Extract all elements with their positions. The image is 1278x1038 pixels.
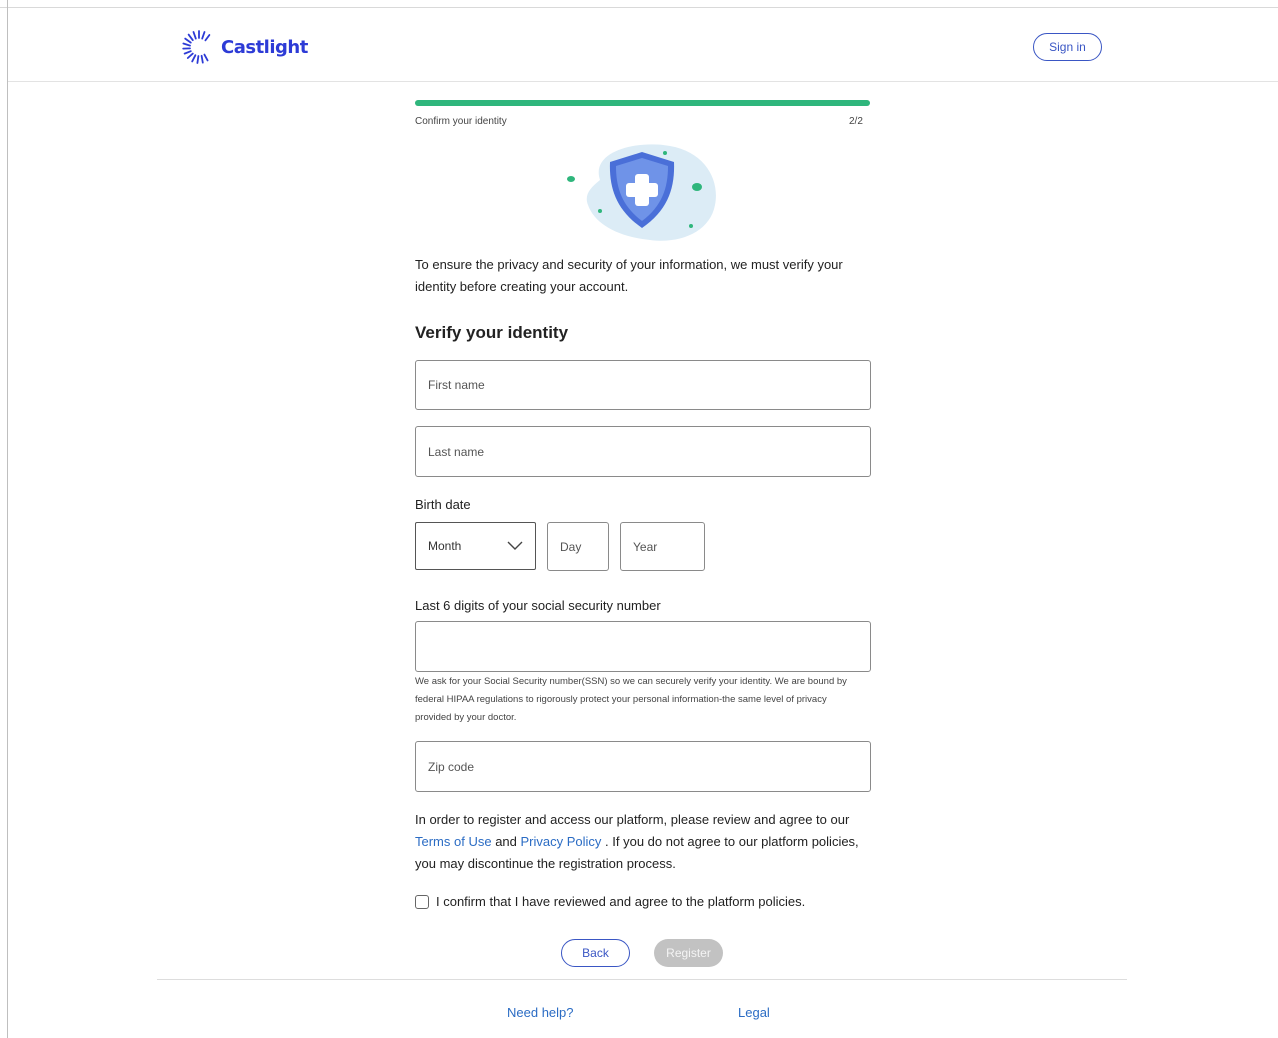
birth-month-select[interactable]: Month — [415, 522, 536, 570]
zip-code-input[interactable] — [415, 741, 871, 792]
logo-text: Castlight — [221, 36, 308, 58]
castlight-logo[interactable]: Castlight — [181, 29, 308, 65]
back-button[interactable]: Back — [561, 939, 630, 967]
form-title: Verify your identity — [415, 323, 569, 342]
footer-divider — [157, 979, 1127, 980]
last-name-input[interactable] — [415, 426, 871, 477]
ssn-hint: We ask for your Social Security number(S… — [415, 676, 847, 723]
window-left-border — [7, 0, 8, 1038]
castlight-sunburst-icon — [182, 30, 211, 64]
register-button: Register — [654, 939, 723, 967]
terms-of-use-link[interactable]: Terms of Use — [415, 834, 492, 849]
legal-link[interactable]: Legal — [738, 1005, 770, 1020]
consent-text: In order to register and access our plat… — [415, 809, 875, 875]
consent-and: and — [491, 834, 521, 849]
site-header: Castlight Sign in — [8, 8, 1278, 82]
chevron-down-icon — [507, 541, 523, 550]
consent-text-before: In order to register and access our plat… — [415, 812, 850, 827]
need-help-link[interactable]: Need help? — [507, 1005, 574, 1020]
ssn-input[interactable] — [415, 621, 871, 672]
progress-bar-fill — [415, 100, 870, 106]
step-label: Confirm your identity — [415, 116, 507, 127]
privacy-policy-link[interactable]: Privacy Policy — [521, 834, 602, 849]
birth-day-input[interactable] — [547, 522, 609, 571]
consent-checkbox-label: I confirm that I have reviewed and agree… — [436, 894, 806, 909]
ssn-label: Last 6 digits of your social security nu… — [415, 598, 661, 613]
first-name-input[interactable] — [415, 360, 871, 410]
birth-year-input[interactable] — [620, 522, 705, 571]
intro-text: To ensure the privacy and security of yo… — [415, 257, 843, 294]
consent-checkbox[interactable] — [415, 894, 429, 909]
consent-checkbox-row[interactable]: I confirm that I have reviewed and agree… — [415, 894, 805, 909]
step-count: 2/2 — [849, 116, 863, 127]
progress-bar — [415, 100, 870, 106]
birth-month-value: Month — [428, 539, 462, 553]
shield-plus-icon — [567, 144, 716, 241]
birth-date-label: Birth date — [415, 497, 471, 512]
sign-in-button[interactable]: Sign in — [1033, 33, 1102, 61]
